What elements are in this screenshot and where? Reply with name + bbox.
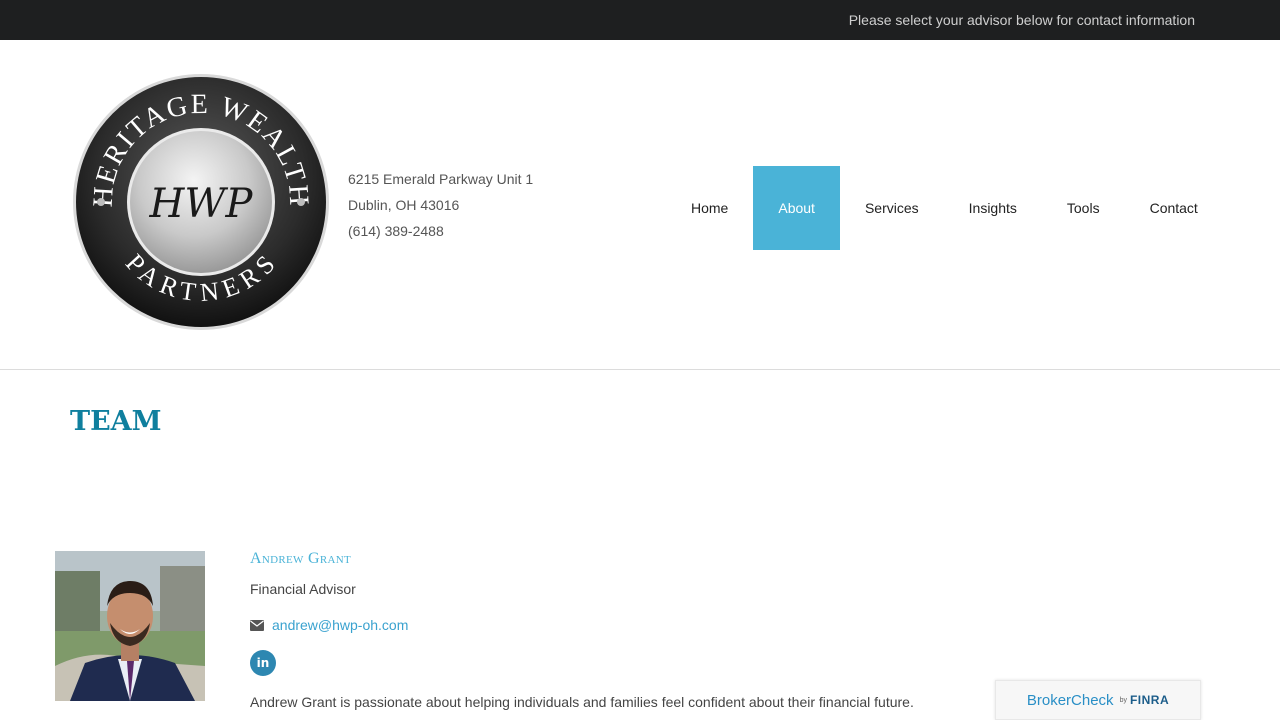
advisor-email-row: andrew@hwp-oh.com <box>250 617 408 633</box>
envelope-icon <box>250 619 264 631</box>
nav-services[interactable]: Services <box>840 166 944 250</box>
nav-about[interactable]: About <box>753 166 840 250</box>
brokercheck-by: by <box>1119 696 1127 704</box>
address-line-1: 6215 Emerald Parkway Unit 1 <box>348 171 534 187</box>
site-header: HERITAGE WEALTH PARTNERS HWP 6215 Emeral… <box>0 40 1280 370</box>
main-nav: Home About Services Insights Tools Conta… <box>666 166 1223 250</box>
advisor-contact-prompt[interactable]: Please select your advisor below for con… <box>849 12 1195 28</box>
nav-home[interactable]: Home <box>666 166 753 250</box>
advisor-bio: Andrew Grant is passionate about helping… <box>250 694 914 710</box>
advisor-email-link[interactable]: andrew@hwp-oh.com <box>272 617 408 633</box>
brokercheck-label: BrokerCheck <box>1026 691 1114 709</box>
finra-label: FINRA <box>1129 693 1170 707</box>
advisor-photo <box>55 551 205 701</box>
address-line-2: Dublin, OH 43016 <box>348 197 460 213</box>
brokercheck-badge[interactable]: BrokerCheck by FINRA <box>995 680 1201 720</box>
linkedin-icon[interactable]: in <box>250 650 276 676</box>
nav-contact[interactable]: Contact <box>1125 166 1223 250</box>
page-title: TEAM <box>70 406 162 437</box>
advisor-name[interactable]: Andrew Grant <box>250 550 351 568</box>
nav-insights[interactable]: Insights <box>944 166 1042 250</box>
nav-tools[interactable]: Tools <box>1042 166 1125 250</box>
top-bar: Please select your advisor below for con… <box>0 0 1280 40</box>
phone-number[interactable]: (614) 389-2488 <box>348 218 533 244</box>
office-address: 6215 Emerald Parkway Unit 1 Dublin, OH 4… <box>348 166 533 244</box>
logo-monogram: HWP <box>149 181 254 227</box>
advisor-role: Financial Advisor <box>250 581 356 597</box>
heritage-wealth-partners-logo[interactable]: HERITAGE WEALTH PARTNERS HWP <box>72 71 330 333</box>
